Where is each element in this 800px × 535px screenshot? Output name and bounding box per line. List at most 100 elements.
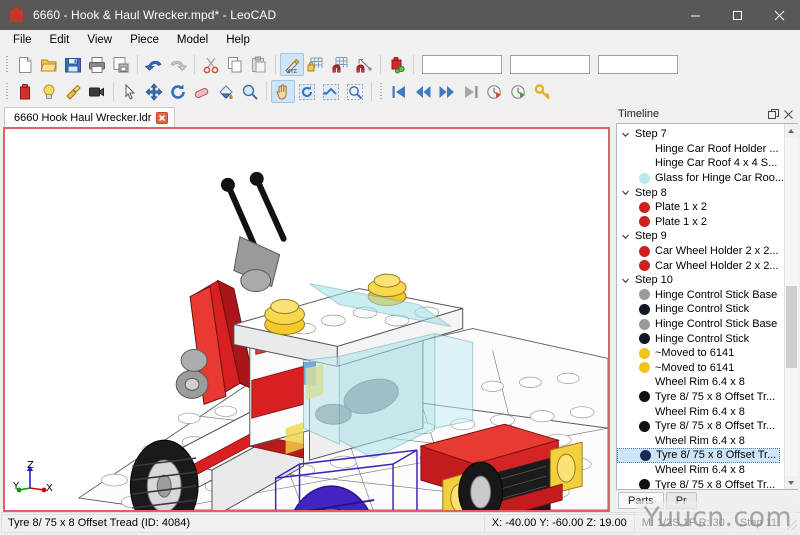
next-step-button[interactable] — [435, 80, 459, 103]
close-tab-icon[interactable] — [156, 112, 168, 124]
roll-tool-button[interactable] — [319, 80, 343, 103]
save-file-button[interactable] — [61, 53, 85, 76]
menu-view[interactable]: View — [78, 31, 121, 50]
chevron-down-icon[interactable] — [621, 188, 630, 197]
timeline-part-row[interactable]: Tyre 8/ 75 x 8 Offset Tr... — [617, 390, 784, 405]
timeline-part-row[interactable]: Hinge Control Stick Base — [617, 288, 784, 303]
print-preview-button[interactable] — [109, 53, 133, 76]
timeline-part-row[interactable]: Hinge Car Roof Holder ... — [617, 142, 784, 157]
timeline-part-row[interactable]: Wheel Rim 6.4 x 8 — [617, 463, 784, 478]
zoom-tool-button[interactable] — [238, 80, 262, 103]
spotlight-button[interactable] — [61, 80, 85, 103]
paste-button[interactable] — [247, 53, 271, 76]
chevron-down-icon[interactable] — [621, 232, 630, 241]
add-piece-button[interactable] — [385, 53, 409, 76]
camera-button[interactable] — [85, 80, 109, 103]
insert-piece-button[interactable] — [13, 80, 37, 103]
chevron-down-icon[interactable] — [621, 276, 630, 285]
timeline-step-row[interactable]: Step 8 — [617, 185, 784, 200]
timeline-step-row[interactable]: Step 10 — [617, 273, 784, 288]
toolbar-separator — [266, 82, 267, 101]
previous-step-button[interactable] — [411, 80, 435, 103]
menu-piece[interactable]: Piece — [121, 31, 168, 50]
timeline-part-row[interactable]: Tyre 8/ 75 x 8 Offset Tr... — [617, 448, 780, 463]
snap-lock-button[interactable] — [304, 53, 328, 76]
pan-tool-button[interactable] — [271, 80, 295, 103]
rotate-tool-button[interactable] — [166, 80, 190, 103]
select-tool-button[interactable] — [118, 80, 142, 103]
copy-button[interactable] — [223, 53, 247, 76]
snap-grid-button[interactable] — [328, 53, 352, 76]
timeline-part-row[interactable]: Tyre 8/ 75 x 8 Offset Tr... — [617, 419, 784, 434]
document-tab[interactable]: 6660 Hook Haul Wrecker.ldr — [4, 107, 175, 127]
snap-angle-button[interactable] — [352, 53, 376, 76]
tab-properties[interactable]: Pr — [666, 492, 697, 509]
timeline-part-row[interactable]: Wheel Rim 6.4 x 8 — [617, 433, 784, 448]
timeline-part-row[interactable]: Plate 1 x 2 — [617, 200, 784, 215]
maximize-button[interactable] — [716, 0, 758, 30]
timeline-part-row[interactable]: Hinge Control Stick — [617, 331, 784, 346]
part-color-swatch — [639, 319, 650, 330]
cut-button[interactable] — [199, 53, 223, 76]
paint-tool-button[interactable] — [214, 80, 238, 103]
timeline-part-row[interactable]: ~Moved to 6141 — [617, 361, 784, 376]
last-step-button[interactable] — [459, 80, 483, 103]
resize-grip[interactable] — [784, 514, 800, 533]
toolbar-grip[interactable] — [4, 82, 11, 102]
new-file-button[interactable] — [13, 53, 37, 76]
timeline-part-row[interactable]: Hinge Control Stick Base — [617, 317, 784, 332]
status-coordinates: X: -40.00 Y: -60.00 Z: 19.00 — [484, 514, 634, 533]
timeline-part-row[interactable]: Wheel Rim 6.4 x 8 — [617, 375, 784, 390]
orbit-tool-button[interactable] — [295, 80, 319, 103]
part-color-swatch — [639, 202, 650, 213]
timeline-step-row[interactable]: Step 9 — [617, 229, 784, 244]
timeline-part-row[interactable]: Wheel Rim 6.4 x 8 — [617, 404, 784, 419]
zoom-region-button[interactable] — [343, 80, 367, 103]
close-panel-icon[interactable] — [781, 107, 796, 121]
menu-file[interactable]: File — [4, 31, 41, 50]
timeline-scrollbar[interactable] — [784, 124, 797, 489]
transform-z-field[interactable] — [598, 55, 678, 74]
timeline-part-label: Wheel Rim 6.4 x 8 — [655, 406, 745, 418]
timeline-part-row[interactable]: Glass for Hinge Car Roo... — [617, 171, 784, 186]
scrollbar-track[interactable] — [785, 137, 798, 476]
first-step-button[interactable] — [387, 80, 411, 103]
timeline-part-row[interactable]: Plate 1 x 2 — [617, 215, 784, 230]
timeline-part-row[interactable]: Hinge Car Roof 4 x 4 S... — [617, 156, 784, 171]
toolbar-grip[interactable] — [4, 55, 11, 75]
timeline-part-row[interactable]: Car Wheel Holder 2 x 2... — [617, 258, 784, 273]
scrollbar-thumb[interactable] — [786, 286, 797, 367]
menu-edit[interactable]: Edit — [41, 31, 79, 50]
open-file-button[interactable] — [37, 53, 61, 76]
scroll-down-icon[interactable] — [785, 476, 798, 489]
menu-help[interactable]: Help — [217, 31, 259, 50]
undo-button[interactable] — [142, 53, 166, 76]
timeline-part-row[interactable]: ~Moved to 6141 — [617, 346, 784, 361]
insert-step-button[interactable] — [483, 80, 507, 103]
chevron-down-icon[interactable] — [621, 130, 630, 139]
minimize-button[interactable] — [674, 0, 716, 30]
print-button[interactable] — [85, 53, 109, 76]
model-viewport[interactable]: Z Y X — [3, 127, 610, 512]
timeline-part-row[interactable]: Hinge Control Stick — [617, 302, 784, 317]
timeline-list[interactable]: Step 7Hinge Car Roof Holder ...Hinge Car… — [617, 124, 784, 489]
transform-x-field[interactable] — [422, 55, 502, 74]
menu-model[interactable]: Model — [168, 31, 217, 50]
part-color-swatch — [639, 391, 650, 402]
tab-parts[interactable]: Parts — [618, 492, 664, 509]
erase-tool-button[interactable] — [190, 80, 214, 103]
light-button[interactable] — [37, 80, 61, 103]
redo-button[interactable] — [166, 53, 190, 76]
move-tool-button[interactable] — [142, 80, 166, 103]
scroll-up-icon[interactable] — [785, 124, 798, 137]
undock-panel-icon[interactable] — [766, 107, 781, 121]
close-button[interactable] — [758, 0, 800, 30]
timeline-part-row[interactable]: Car Wheel Holder 2 x 2... — [617, 244, 784, 259]
snap-toggle-button[interactable]: XYZ — [280, 53, 304, 76]
transform-y-field[interactable] — [510, 55, 590, 74]
toolbar-grip[interactable] — [378, 82, 385, 102]
remove-step-button[interactable] — [507, 80, 531, 103]
timeline-part-row[interactable]: Tyre 8/ 75 x 8 Offset Tr... — [617, 477, 784, 489]
timeline-step-row[interactable]: Step 7 — [617, 127, 784, 142]
key-button[interactable] — [531, 80, 555, 103]
